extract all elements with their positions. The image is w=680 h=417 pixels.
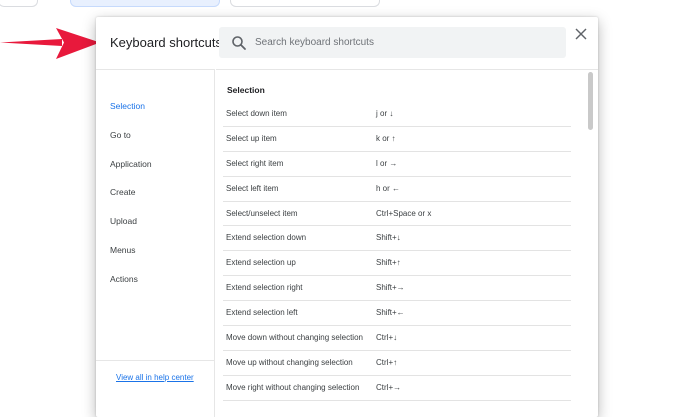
shortcuts-list-panel: Selection Select down item j or ↓ Select … <box>216 69 598 417</box>
dialog-title: Keyboard shortcuts <box>110 35 223 50</box>
shortcut-row: Select/unselect item Ctrl+Space or x <box>223 202 571 227</box>
shortcut-row: Extend selection right Shift+→ <box>223 276 571 302</box>
scrollbar-thumb[interactable] <box>588 72 593 130</box>
shortcut-action: Select up item <box>226 133 277 143</box>
shortcut-action: Select left item <box>226 183 279 193</box>
shortcut-action: Select/unselect item <box>226 208 298 218</box>
shortcut-row: Select right item l or → <box>223 152 571 177</box>
background-button <box>0 0 38 7</box>
sidebar-item-go-to[interactable]: Go to <box>110 130 131 140</box>
shortcut-keys: Ctrl+→ <box>376 382 402 392</box>
shortcut-keys: Ctrl+Space or x <box>376 208 432 218</box>
shortcut-action: Extend selection up <box>226 258 296 268</box>
shortcut-action: Move down without changing selection <box>226 333 363 343</box>
shortcut-action: Extend selection down <box>226 233 307 243</box>
sidebar-footer: View all in help center <box>96 360 214 382</box>
background-button <box>230 0 380 7</box>
background-button-selected <box>70 0 220 7</box>
keyboard-shortcuts-dialog: Keyboard shortcuts Selection Go to Appli… <box>96 17 598 417</box>
sidebar-item-menus[interactable]: Menus <box>110 245 136 255</box>
shortcut-keys: Shift+↓ <box>376 233 401 243</box>
sidebar-item-selection[interactable]: Selection <box>110 101 145 111</box>
shortcut-keys: h or ← <box>376 183 401 193</box>
shortcut-keys: Ctrl+↑ <box>376 357 398 367</box>
shortcut-keys: l or → <box>376 158 398 168</box>
category-sidebar: Selection Go to Application Create Uploa… <box>96 69 215 417</box>
section-title: Selection <box>227 85 265 95</box>
search-icon <box>232 36 246 50</box>
shortcut-keys: Shift+↑ <box>376 258 401 268</box>
shortcut-action: Extend selection right <box>226 283 303 293</box>
shortcut-keys: k or ↑ <box>376 133 396 143</box>
close-icon[interactable] <box>574 27 588 41</box>
sidebar-item-actions[interactable]: Actions <box>110 274 138 284</box>
shortcut-keys: Ctrl+↓ <box>376 333 398 343</box>
shortcut-keys: Shift+← <box>376 308 405 318</box>
shortcut-row: Select left item h or ← <box>223 177 571 202</box>
help-center-link[interactable]: View all in help center <box>116 373 194 382</box>
shortcut-row: Select down item j or ↓ <box>223 102 571 127</box>
shortcut-action: Select down item <box>226 109 287 118</box>
shortcut-row: Move right without changing selection Ctr… <box>223 376 571 401</box>
shortcut-row: Move up without changing selection Ctrl+↑ <box>223 351 571 376</box>
shortcut-row: Extend selection left Shift+← <box>223 301 571 327</box>
sidebar-item-upload[interactable]: Upload <box>110 216 137 226</box>
shortcut-action: Extend selection left <box>226 308 298 318</box>
shortcut-action: Select right item <box>226 158 284 168</box>
shortcut-row: Select up item k or ↑ <box>223 127 571 152</box>
shortcut-keys: j or ↓ <box>376 109 394 118</box>
shortcut-row: Move down without changing selection Ctrl… <box>223 326 571 351</box>
shortcut-row: Extend selection down Shift+↓ <box>223 226 571 252</box>
shortcut-action: Move right without changing selection <box>226 382 360 392</box>
search-input[interactable] <box>255 27 555 58</box>
annotation-arrow-icon <box>0 28 100 59</box>
sidebar-item-application[interactable]: Application <box>110 159 152 169</box>
shortcut-keys: Shift+→ <box>376 283 405 293</box>
sidebar-item-create[interactable]: Create <box>110 187 136 197</box>
search-box[interactable] <box>219 27 566 58</box>
dialog-header: Keyboard shortcuts <box>96 17 598 69</box>
shortcut-action: Move up without changing selection <box>226 357 353 367</box>
shortcut-row: Extend selection up Shift+↑ <box>223 251 571 277</box>
shortcut-rows: Select down item j or ↓ Select up item k o… <box>223 102 571 401</box>
